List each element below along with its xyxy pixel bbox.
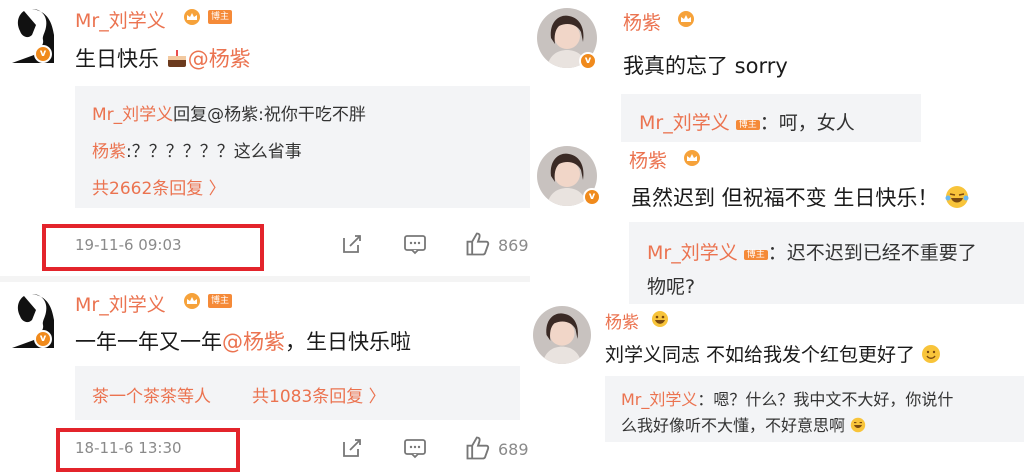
- verified-icon: v: [583, 188, 601, 206]
- view-replies-link[interactable]: 共1083条回复 〉: [252, 382, 386, 407]
- edit-icon[interactable]: [340, 232, 364, 256]
- verified-icon: v: [34, 330, 52, 348]
- reply-line: Mr_刘学义回复@杨紫:祝你干吃不胖: [92, 105, 366, 125]
- verified-icon: v: [34, 45, 52, 63]
- comment-icon[interactable]: [403, 436, 427, 460]
- crown-icon: [678, 11, 694, 27]
- reply-author[interactable]: 茶一个茶茶等人: [92, 387, 211, 407]
- reply-author[interactable]: Mr_刘学义: [639, 112, 730, 134]
- timestamp: 19-11-6 09:03: [75, 236, 182, 254]
- like-count: 689: [498, 440, 529, 459]
- comment-text: 生日快乐 @杨紫: [75, 47, 251, 71]
- cake-icon: [167, 50, 186, 67]
- reply-author[interactable]: Mr_刘学义: [647, 242, 738, 264]
- left-comment-panel: v Mr_刘学义 博主 生日快乐 @杨紫 Mr_刘学义回复@杨紫:祝你干吃不胖 …: [0, 0, 530, 475]
- reply-line: Mr_刘学义：嗯？什么？我中文不大好，你说什: [621, 390, 954, 409]
- verified-icon: v: [579, 52, 597, 70]
- reply-author[interactable]: Mr_刘学义: [92, 105, 173, 125]
- reply-line: 物呢?: [647, 276, 696, 298]
- grin-emoji-icon: [850, 417, 866, 433]
- smile-emoji-icon: [922, 345, 941, 363]
- comment-text: 我真的忘了 sorry: [623, 54, 788, 78]
- avatar[interactable]: [533, 306, 591, 364]
- reply-author[interactable]: 杨紫: [92, 142, 126, 162]
- edit-icon[interactable]: [340, 436, 364, 460]
- comment-author[interactable]: 杨紫: [629, 146, 667, 173]
- timestamp: 18-11-6 13:30: [75, 439, 182, 457]
- crown-icon: [684, 150, 700, 166]
- blogger-badge: 博主: [208, 294, 233, 308]
- right-comment-panel: v 杨紫 我真的忘了 sorry Mr_刘学义 博主 ：呵，女人 v 杨紫 虽然迟…: [533, 0, 1024, 475]
- divider: [0, 276, 530, 282]
- crown-icon: [184, 9, 200, 25]
- like-count: 869: [498, 236, 529, 255]
- comment-icon[interactable]: [403, 232, 427, 256]
- mention-link[interactable]: @杨紫: [222, 330, 285, 354]
- reply-line: Mr_刘学义 博主 ：迟不迟到已经不重要了: [647, 242, 977, 264]
- reply-line: 么我好像听不大懂，不好意思啊: [621, 412, 866, 436]
- reply-line: Mr_刘学义 博主 ：呵，女人: [639, 112, 855, 134]
- comment-text: 一年一年又一年@杨紫，生日快乐啦: [75, 330, 411, 354]
- grin-emoji-icon: [652, 311, 668, 327]
- view-replies-link[interactable]: 共2662条回复 〉: [92, 174, 226, 199]
- comment-author[interactable]: Mr_刘学义: [75, 290, 166, 317]
- comment-author[interactable]: 杨紫: [605, 308, 639, 333]
- blogger-badge: 博主: [743, 250, 768, 260]
- comment-author[interactable]: 杨紫: [623, 8, 661, 35]
- like-icon[interactable]: [464, 434, 492, 462]
- blogger-badge: 博主: [208, 10, 233, 24]
- reply-author[interactable]: Mr_刘学义: [621, 390, 697, 409]
- comment-text: 刘学义同志 不如给我发个红包更好了: [605, 340, 941, 367]
- like-icon[interactable]: [464, 230, 492, 258]
- laugh-cry-emoji-icon: [945, 186, 969, 208]
- mention-link[interactable]: @杨紫: [188, 47, 251, 71]
- reply-line: 杨紫:？？？？？？这么省事: [92, 142, 302, 162]
- blogger-badge: 博主: [735, 120, 760, 130]
- reply-line: 茶一个茶茶等人: [92, 382, 211, 407]
- portrait-avatar-image: [533, 306, 591, 364]
- comment-text: 虽然迟到 但祝福不变 生日快乐！: [631, 182, 969, 212]
- crown-icon: [184, 293, 200, 309]
- comment-author[interactable]: Mr_刘学义: [75, 6, 166, 33]
